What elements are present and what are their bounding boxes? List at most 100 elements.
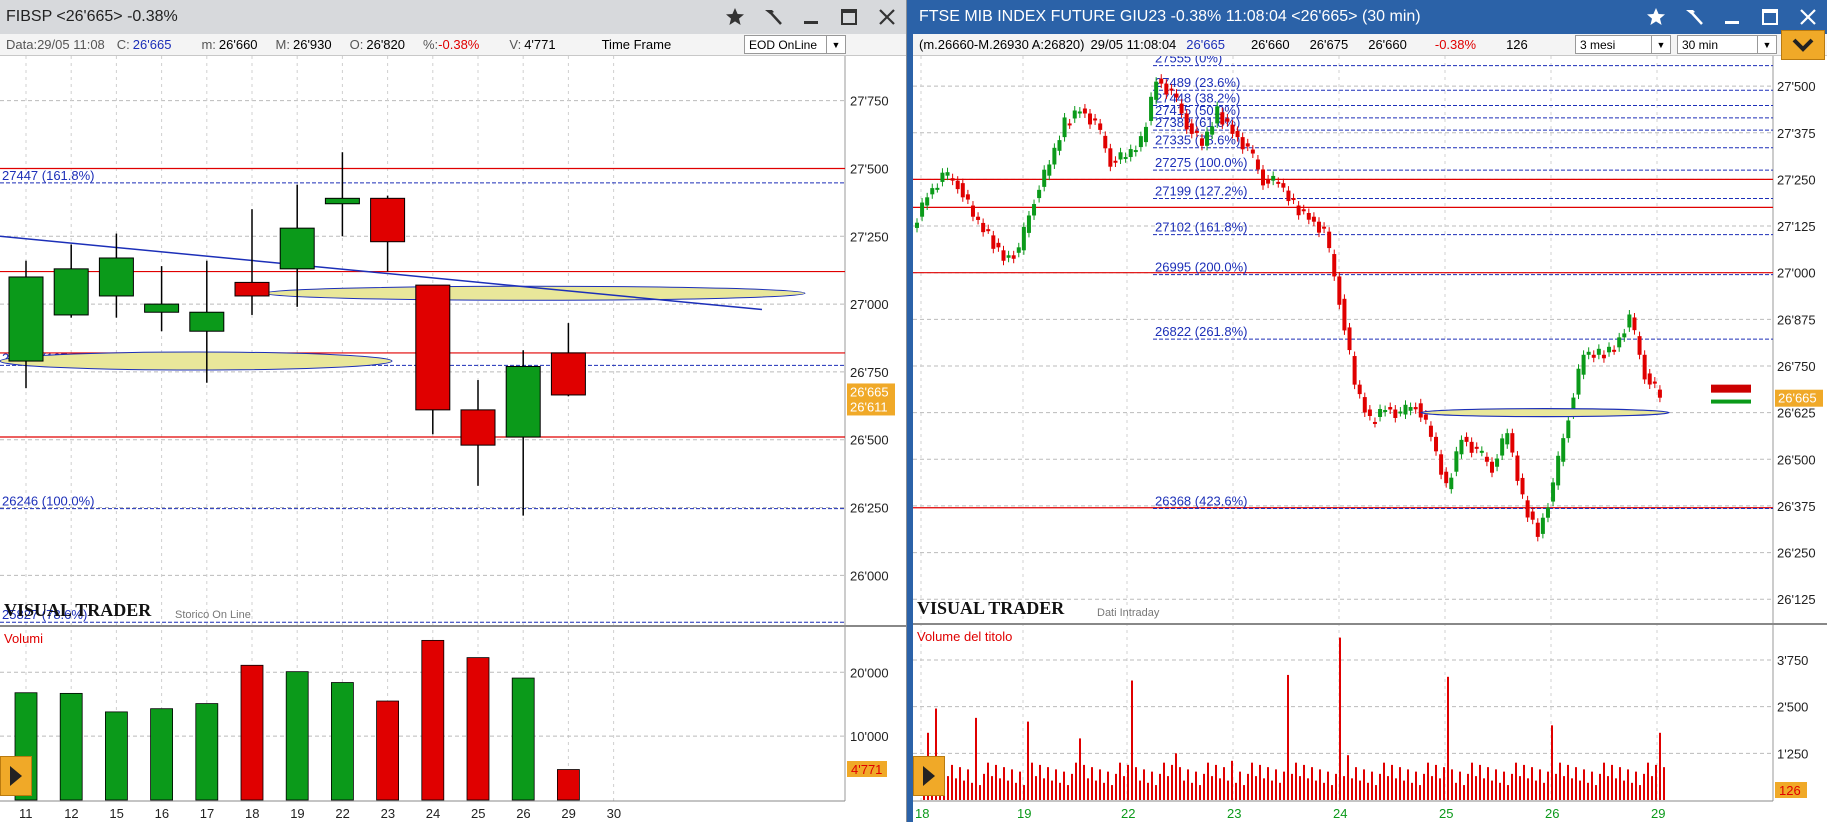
left-expand-tab[interactable] [0, 756, 32, 796]
close-icon[interactable] [874, 4, 900, 30]
right-candle-body [1632, 317, 1637, 331]
right-volume-bar [1227, 780, 1229, 800]
hammer-icon[interactable] [760, 4, 786, 30]
right-candle-body [1637, 336, 1642, 355]
right-candle-body [1016, 247, 1021, 253]
left-volume-badge-value: 4'771 [851, 762, 882, 777]
bid-value: 26'660 [1250, 37, 1290, 52]
right-candle-body [1082, 108, 1087, 114]
right-candle-body [1098, 123, 1103, 130]
left-volume-bar [105, 711, 128, 801]
right-candle-body [935, 187, 940, 190]
left-candle-body [505, 365, 541, 438]
right-candle-body [1332, 254, 1337, 277]
right-x-tick-label: 22 [1121, 806, 1135, 821]
right-volume-bar [1619, 767, 1621, 800]
right-candle-body [1500, 438, 1505, 456]
right-volume-bar [1567, 764, 1569, 800]
right-candle-body [1306, 212, 1311, 220]
period-select[interactable]: 3 mesi ▼ [1575, 35, 1671, 54]
chevron-down-icon[interactable]: ▼ [826, 36, 845, 53]
right-candle-body [1423, 414, 1428, 420]
left-chart-svg[interactable]: 26'000 26'250 26'500 26'750 27'000 27'250 27'5… [0, 56, 906, 822]
maximize-icon[interactable] [836, 4, 862, 30]
right-candle-body [1291, 198, 1296, 201]
minimize-icon[interactable] [1719, 4, 1745, 30]
maximize-icon[interactable] [1757, 4, 1783, 30]
right-candle-body [1525, 500, 1530, 518]
right-volume-bar [1431, 776, 1433, 800]
right-volume-bar [1643, 773, 1645, 800]
left-candle-body [415, 284, 451, 411]
star-icon[interactable] [1643, 4, 1669, 30]
left-volume-bar [285, 671, 309, 801]
right-volume-bar [1003, 767, 1005, 800]
right-volume-bar [995, 764, 997, 800]
right-candle-body [1072, 110, 1077, 119]
right-candle-body [1164, 83, 1169, 95]
right-volume-bar [1611, 764, 1613, 800]
chevron-down-icon[interactable]: ▼ [1651, 36, 1670, 53]
chevron-down-icon[interactable]: ▼ [1757, 36, 1776, 53]
right-fib-label: 27199 (127.2%) [1155, 183, 1248, 198]
left-title-bar[interactable]: FIBSP <26'665> -0.38% [0, 0, 906, 34]
right-volume-bar [1039, 764, 1041, 800]
right-volume-label: Volume del titolo [917, 629, 1012, 644]
right-volume-bar [1175, 753, 1177, 800]
right-volume-bar [1399, 767, 1401, 800]
right-volume-bar [979, 785, 981, 800]
right-x-tick-label: 23 [1227, 806, 1241, 821]
right-candle-body [1225, 118, 1230, 122]
right-volume-bar [1603, 762, 1605, 800]
right-volume-tick-label: 2'500 [1777, 700, 1808, 715]
right-candle-body [1551, 482, 1556, 502]
right-y-tick-label: 27'250 [1777, 172, 1816, 187]
right-candle-body [1118, 152, 1123, 160]
right-candle-body [1088, 113, 1093, 125]
right-y-tick-label: 27'500 [1777, 79, 1816, 94]
right-volume-bar [1663, 767, 1665, 800]
right-volume-bar [1379, 773, 1381, 800]
right-chart-svg[interactable]: 26'125 26'250 26'375 26'500 26'625 26'750 26'8… [913, 56, 1827, 822]
left-y-tick-label: 26'750 [850, 365, 889, 380]
minimize-icon[interactable] [798, 4, 824, 30]
right-candle-body [1378, 409, 1383, 417]
left-x-tick-label: 11 [19, 806, 33, 821]
right-volume-bar [1239, 771, 1241, 800]
right-volume-bar [1163, 762, 1165, 800]
right-volume-bar [1087, 778, 1089, 800]
right-title-bar[interactable]: FTSE MIB INDEX FUTURE GIU23 -0.38% 11:08… [913, 0, 1827, 34]
right-candle-body [1062, 117, 1067, 138]
right-volume-bar [1635, 771, 1637, 800]
right-volume-bar [1291, 773, 1293, 800]
right-candle-body [1311, 216, 1316, 222]
left-brand-subtitle: Storico On Line [175, 609, 251, 621]
right-candle-body [1652, 381, 1657, 384]
interval-select[interactable]: 30 min ▼ [1677, 35, 1777, 54]
close-icon[interactable] [1795, 4, 1821, 30]
left-candle-body [144, 303, 180, 313]
right-candle-body [1342, 298, 1347, 331]
right-y-tick-label: 26'375 [1777, 499, 1816, 514]
right-candle-body [1255, 159, 1260, 170]
right-expand-tab[interactable] [913, 756, 945, 796]
time-value: 29/05 11:08:04 [1090, 37, 1177, 52]
open-label: O: [349, 37, 364, 52]
left-y-tick-label: 27'750 [850, 94, 889, 109]
low-value: 26'660 [1368, 37, 1407, 52]
right-candle-body [1464, 436, 1469, 442]
right-candle-body [940, 172, 945, 182]
star-icon[interactable] [722, 4, 748, 30]
right-volume-bar [1123, 776, 1125, 800]
right-candle-body [1469, 441, 1474, 453]
right-candle-body [1576, 368, 1581, 395]
right-volume-bar [1543, 782, 1545, 800]
right-volume-bar [1595, 785, 1597, 800]
left-fib-label: 26246 (100.0%) [2, 494, 95, 509]
hammer-icon[interactable] [1681, 4, 1707, 30]
open-value: 26'820 [366, 37, 405, 52]
right-volume-bar [1367, 782, 1369, 800]
right-candle-body [1276, 181, 1281, 184]
timeframe-select[interactable]: EOD OnLine ▼ [744, 35, 846, 54]
period-select-value: 3 mesi [1580, 37, 1616, 52]
